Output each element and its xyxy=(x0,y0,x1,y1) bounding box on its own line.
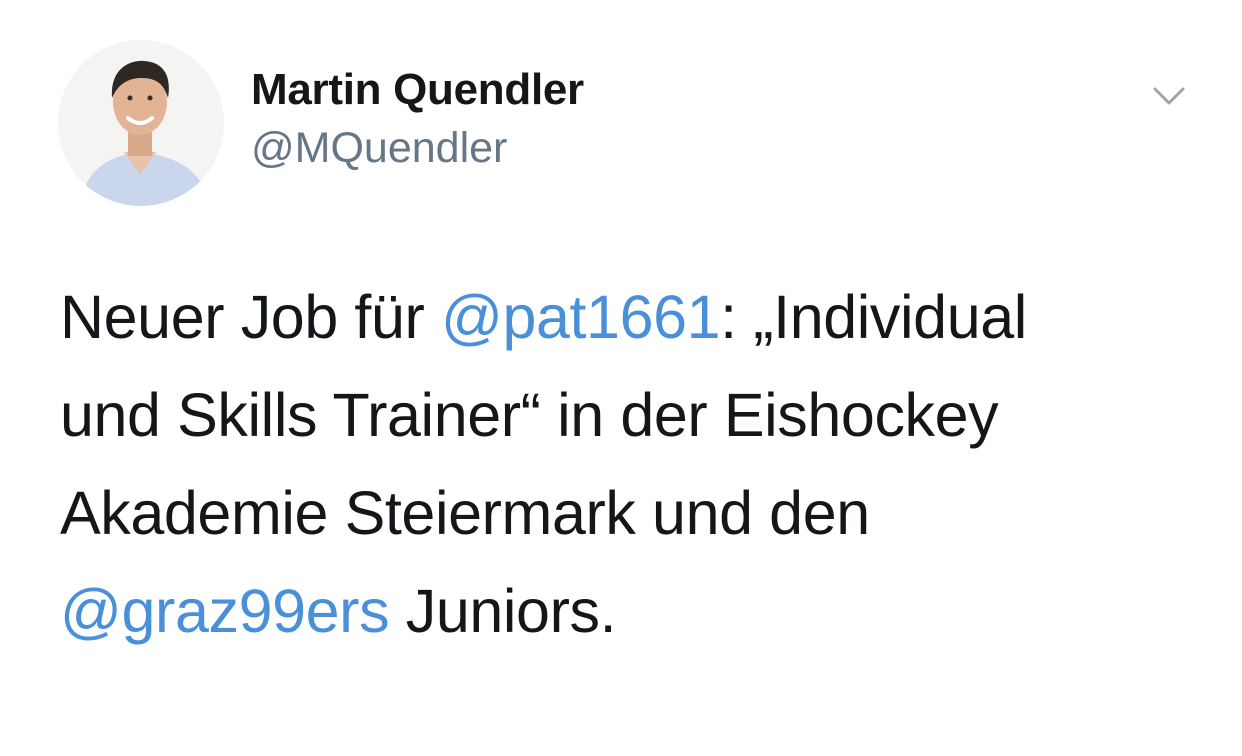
tweet-text-segment: : „Individual xyxy=(720,283,1027,351)
tweet-text-segment: Juniors. xyxy=(389,577,617,645)
tweet-body-line-3: Akademie Steiermark und den xyxy=(60,479,870,547)
author-display-name[interactable]: Martin Quendler xyxy=(251,64,584,116)
tweet-menu-button[interactable] xyxy=(1146,78,1192,114)
tweet-body-line-2: und Skills Trainer“ in der Eishockey xyxy=(60,381,999,449)
tweet-text-segment: Neuer Job für xyxy=(60,283,441,351)
tweet-body: Neuer Job für @pat1661: „Individual und … xyxy=(60,268,1200,660)
mention-link-graz99ers[interactable]: @graz99ers xyxy=(60,577,390,645)
mention-link-pat1661[interactable]: @pat1661 xyxy=(441,283,721,351)
author-avatar[interactable] xyxy=(58,40,224,206)
chevron-down-icon xyxy=(1153,87,1185,105)
tweet-body-line-1: Neuer Job für @pat1661: „Individual xyxy=(60,268,1200,366)
avatar-photo-icon xyxy=(58,40,224,206)
tweet-body-line-4: @graz99ers Juniors. xyxy=(60,562,1200,660)
tweet-card: Martin Quendler @MQuendler Neuer Job für… xyxy=(0,0,1242,756)
author-handle[interactable]: @MQuendler xyxy=(251,122,507,174)
